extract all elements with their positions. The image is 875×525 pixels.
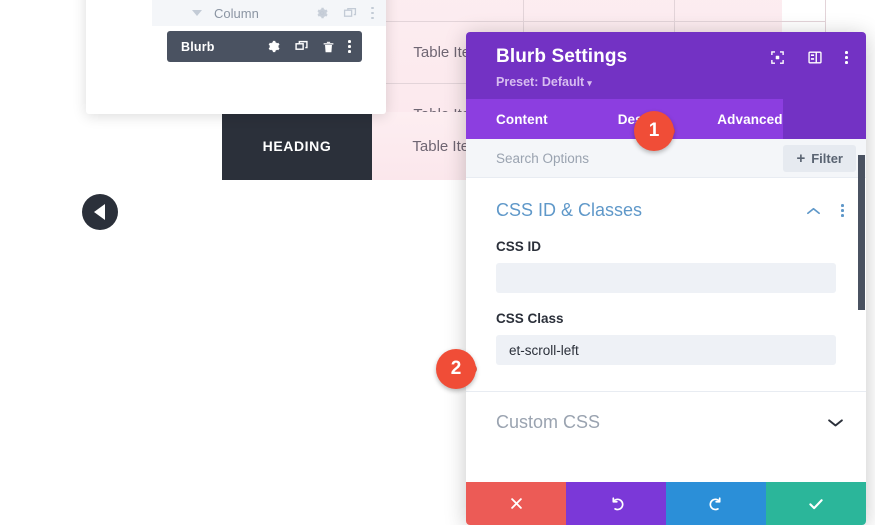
css-id-input[interactable]: [496, 263, 836, 293]
trash-icon[interactable]: [322, 40, 335, 54]
close-x-icon: [510, 498, 522, 509]
tree-item-label: Blurb: [181, 39, 215, 54]
screenshot-stage: Table Item Table Item Table Item Table I…: [0, 0, 875, 525]
tree-item-column[interactable]: Column: [152, 0, 386, 26]
annotation-badge-1: 1: [634, 111, 686, 155]
filter-button[interactable]: + Filter: [783, 144, 856, 172]
modal-header-icons: [770, 50, 848, 65]
css-class-input[interactable]: et-scroll-left: [496, 335, 836, 365]
table-heading-cell: HEADING: [222, 112, 372, 180]
table-cell: Table Item: [373, 0, 524, 22]
more-options-icon[interactable]: [841, 204, 844, 217]
section-title: CSS ID & Classes: [496, 200, 643, 220]
tab-content[interactable]: Content: [466, 99, 548, 139]
annotation-number: 2: [450, 358, 462, 379]
redo-button[interactable]: [666, 482, 766, 525]
module-tree-popover: Column Blurb: [86, 0, 386, 114]
field-css-class: CSS Class et-scroll-left: [466, 311, 866, 365]
panel-layout-icon[interactable]: [807, 50, 823, 65]
chevron-down-icon[interactable]: [827, 417, 844, 428]
modal-scrollbar[interactable]: [858, 155, 865, 310]
tree-item-blurb[interactable]: Blurb: [167, 31, 362, 62]
section-header-css-id-classes[interactable]: CSS ID & Classes: [466, 178, 866, 221]
redo-arrow-icon: [708, 497, 721, 511]
field-css-id: CSS ID: [466, 239, 866, 293]
table-cell: Table Item: [524, 0, 675, 22]
tabbar-filler: [782, 99, 866, 139]
caret-down-icon: ▾: [587, 78, 592, 88]
undo-button[interactable]: [566, 482, 666, 525]
field-label: CSS Class: [496, 311, 564, 326]
undo-arrow-icon: [611, 497, 624, 511]
more-options-icon[interactable]: [371, 6, 374, 20]
tree-item-label: Column: [214, 5, 259, 21]
modal-header: Blurb Settings Preset: Default ▾: [466, 32, 866, 99]
duplicate-icon[interactable]: [294, 40, 309, 53]
chevron-left-circle-icon[interactable]: [82, 194, 118, 230]
blurb-settings-modal: Blurb Settings Preset: Default ▾ Content…: [466, 32, 866, 525]
filter-label: Filter: [811, 150, 843, 166]
more-options-icon[interactable]: [845, 51, 848, 64]
modal-footer: [466, 482, 866, 525]
checkmark-icon: [809, 498, 823, 509]
gear-icon[interactable]: [315, 6, 329, 20]
section-header-custom-css[interactable]: Custom CSS: [466, 392, 866, 453]
section-title: Custom CSS: [496, 412, 601, 432]
more-options-icon[interactable]: [348, 40, 351, 53]
field-label: CSS ID: [496, 239, 542, 254]
cancel-button[interactable]: [466, 482, 566, 525]
caret-down-icon[interactable]: [192, 10, 202, 16]
modal-body: CSS ID & Classes CSS ID CSS Class et-scr…: [466, 178, 866, 482]
duplicate-icon[interactable]: [343, 7, 357, 20]
annotation-number: 1: [648, 120, 660, 141]
preset-selector[interactable]: Preset: Default ▾: [496, 75, 848, 89]
plus-icon: +: [796, 149, 806, 167]
gear-icon[interactable]: [266, 39, 281, 54]
chevron-up-icon[interactable]: [806, 206, 821, 216]
table-cell: Table Item: [675, 0, 826, 22]
save-button[interactable]: [766, 482, 866, 525]
expand-view-icon[interactable]: [770, 50, 785, 65]
preset-label: Preset: Default: [496, 75, 585, 89]
annotation-badge-2: 2: [436, 349, 488, 393]
